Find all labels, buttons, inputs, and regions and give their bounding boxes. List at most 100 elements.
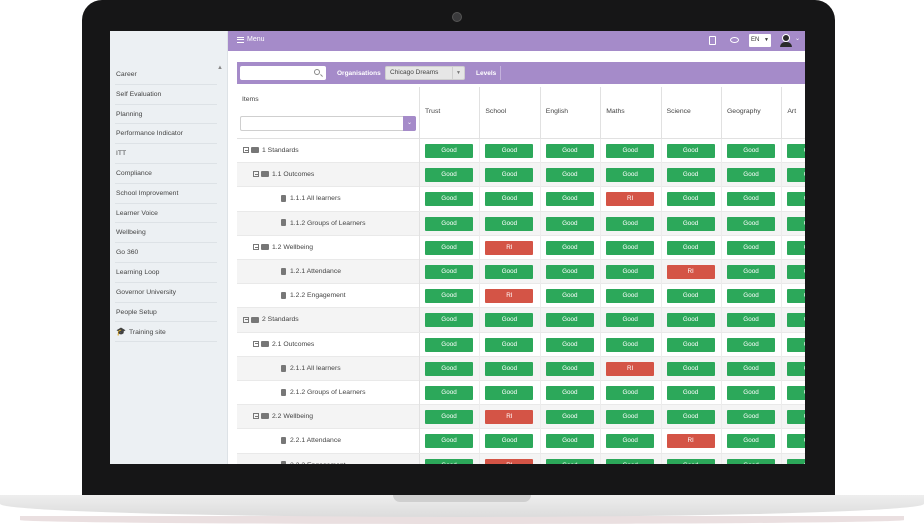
status-badge[interactable]: Good: [485, 386, 534, 400]
status-badge[interactable]: Good: [425, 168, 473, 183]
status-badge[interactable]: Good: [666, 144, 715, 158]
status-badge[interactable]: Good: [727, 361, 775, 376]
row-label[interactable]: 2.1.2 Groups of Learners: [237, 381, 420, 405]
status-badge[interactable]: Good: [545, 434, 594, 449]
status-badge[interactable]: Good: [666, 192, 715, 207]
status-badge[interactable]: Good: [485, 168, 534, 183]
sidebar-item[interactable]: Wellbeing: [115, 223, 217, 244]
chat-icon[interactable]: [730, 37, 739, 43]
status-badge[interactable]: Good: [606, 386, 655, 400]
status-badge[interactable]: Good: [787, 361, 805, 376]
status-badge[interactable]: Good: [425, 289, 473, 304]
status-badge[interactable]: RI: [485, 289, 534, 304]
status-badge[interactable]: Good: [606, 337, 655, 352]
search-input[interactable]: [240, 66, 326, 80]
sidebar-item[interactable]: School Improvement: [115, 184, 217, 204]
collapse-icon[interactable]: [243, 147, 249, 154]
row-label[interactable]: 1.1.1 All learners: [237, 187, 420, 212]
status-badge[interactable]: Good: [787, 192, 805, 207]
status-badge[interactable]: Good: [425, 144, 473, 158]
status-badge[interactable]: Good: [425, 386, 473, 400]
status-badge[interactable]: Good: [545, 216, 594, 231]
row-label[interactable]: 1 Standards: [237, 139, 420, 163]
status-badge[interactable]: Good: [606, 410, 655, 425]
chevron-down-icon[interactable]: ⌄: [795, 35, 800, 42]
collapse-icon[interactable]: [253, 413, 259, 420]
status-badge[interactable]: Good: [606, 313, 655, 328]
status-badge[interactable]: Good: [787, 289, 805, 304]
row-label[interactable]: 1.2.2 Engagement: [237, 284, 420, 309]
status-badge[interactable]: Good: [727, 144, 775, 158]
status-badge[interactable]: Good: [666, 168, 715, 183]
status-badge[interactable]: Good: [425, 410, 473, 425]
sidebar-item[interactable]: Learning Loop: [115, 263, 217, 283]
collapse-icon[interactable]: [243, 316, 249, 323]
row-label[interactable]: 2 Standards: [237, 308, 420, 333]
sidebar-item[interactable]: Compliance: [115, 164, 217, 184]
sidebar-item[interactable]: Career: [115, 65, 217, 85]
status-badge[interactable]: Good: [545, 192, 594, 207]
status-badge[interactable]: Good: [425, 361, 473, 376]
status-badge[interactable]: RI: [485, 410, 534, 425]
status-badge[interactable]: Good: [425, 434, 473, 449]
status-badge[interactable]: Good: [545, 337, 594, 352]
status-badge[interactable]: Good: [666, 458, 715, 464]
status-badge[interactable]: RI: [606, 361, 655, 376]
status-badge[interactable]: Good: [727, 458, 775, 464]
status-badge[interactable]: Good: [787, 265, 805, 279]
status-badge[interactable]: Good: [606, 216, 655, 231]
row-label[interactable]: 1.2.1 Attendance: [237, 260, 420, 284]
status-badge[interactable]: Good: [545, 265, 594, 279]
menu-button[interactable]: Menu: [237, 36, 265, 43]
status-badge[interactable]: Good: [545, 144, 594, 158]
status-badge[interactable]: Good: [727, 240, 775, 255]
sidebar-item[interactable]: People Setup: [115, 303, 217, 323]
status-badge[interactable]: Good: [727, 289, 775, 304]
status-badge[interactable]: Good: [727, 313, 775, 328]
status-badge[interactable]: Good: [666, 386, 715, 400]
status-badge[interactable]: Good: [425, 313, 473, 328]
row-label[interactable]: 2.2.1 Attendance: [237, 429, 420, 454]
status-badge[interactable]: Good: [606, 265, 655, 279]
items-filter-select[interactable]: ⌄: [240, 116, 416, 131]
status-badge[interactable]: Good: [727, 168, 775, 183]
status-badge[interactable]: Good: [787, 337, 805, 352]
avatar[interactable]: [780, 34, 792, 47]
status-badge[interactable]: Good: [727, 265, 775, 279]
row-label[interactable]: 2.1.1 All learners: [237, 356, 420, 381]
status-badge[interactable]: Good: [485, 337, 534, 352]
status-badge[interactable]: Good: [485, 216, 534, 231]
status-badge[interactable]: Good: [787, 410, 805, 425]
status-badge[interactable]: Good: [485, 361, 534, 376]
status-badge[interactable]: Good: [787, 434, 805, 449]
status-badge[interactable]: RI: [606, 192, 655, 207]
sidebar-item[interactable]: Governor University: [115, 283, 217, 303]
status-badge[interactable]: Good: [485, 434, 534, 449]
sidebar-item[interactable]: Planning: [115, 105, 217, 125]
collapse-icon[interactable]: [253, 340, 259, 347]
status-badge[interactable]: Good: [666, 289, 715, 304]
status-badge[interactable]: Good: [545, 386, 594, 400]
status-badge[interactable]: Good: [545, 458, 594, 464]
status-badge[interactable]: Good: [787, 144, 805, 158]
scroll-up-icon[interactable]: ▲: [217, 65, 223, 71]
status-badge[interactable]: Good: [606, 144, 655, 158]
status-badge[interactable]: RI: [485, 240, 534, 255]
status-badge[interactable]: Good: [425, 337, 473, 352]
status-badge[interactable]: Good: [727, 216, 775, 231]
status-badge[interactable]: Good: [666, 337, 715, 352]
status-badge[interactable]: Good: [787, 458, 805, 464]
status-badge[interactable]: Good: [727, 192, 775, 207]
status-badge[interactable]: Good: [485, 313, 534, 328]
status-badge[interactable]: Good: [545, 410, 594, 425]
status-badge[interactable]: Good: [727, 337, 775, 352]
row-label[interactable]: 1.2 Wellbeing: [237, 235, 420, 260]
sidebar-item[interactable]: ITT: [115, 144, 217, 164]
sidebar-item[interactable]: Performance Indicator: [115, 124, 217, 145]
sidebar-item[interactable]: Self Evaluation: [115, 85, 217, 105]
status-badge[interactable]: Good: [787, 216, 805, 231]
status-badge[interactable]: Good: [666, 313, 715, 328]
status-badge[interactable]: RI: [485, 458, 534, 464]
status-badge[interactable]: Good: [545, 289, 594, 304]
status-badge[interactable]: Good: [787, 386, 805, 400]
